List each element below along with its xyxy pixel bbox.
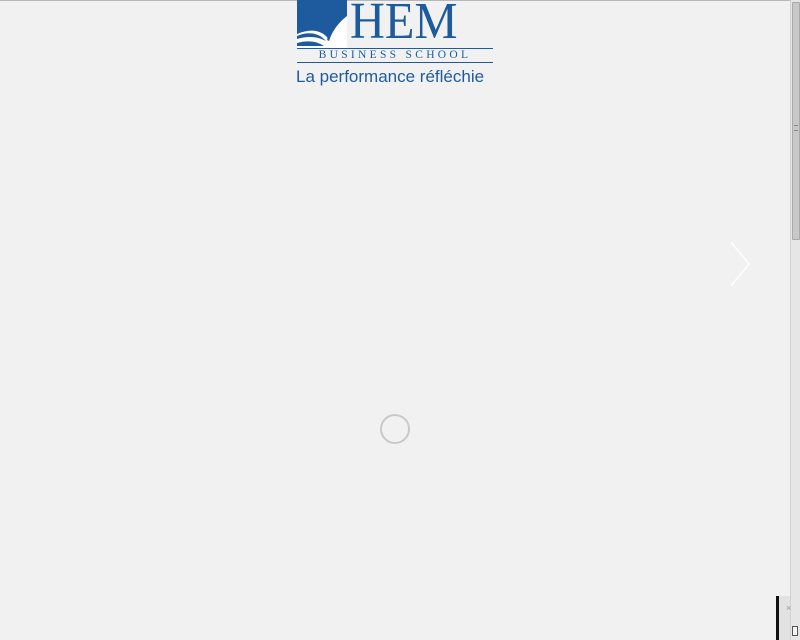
logo-emblem-icon <box>297 0 347 48</box>
hem-logo[interactable]: HEM BUSINESS SCHOOL La performance réflé… <box>296 0 496 90</box>
close-icon[interactable]: × <box>786 604 791 613</box>
scrollbar-grip-icon <box>794 125 798 131</box>
chevron-right-icon[interactable] <box>728 240 752 288</box>
page-viewport: HEM BUSINESS SCHOOL La performance réflé… <box>0 0 800 640</box>
logo-subtitle: BUSINESS SCHOOL <box>297 48 493 63</box>
loading-spinner-icon <box>380 414 410 444</box>
logo-wordmark: HEM <box>350 0 458 50</box>
vertical-scrollbar[interactable] <box>790 0 800 640</box>
logo-tagline: La performance réfléchie <box>296 67 485 86</box>
document-icon[interactable] <box>792 626 798 636</box>
scrollbar-thumb[interactable] <box>792 2 800 240</box>
